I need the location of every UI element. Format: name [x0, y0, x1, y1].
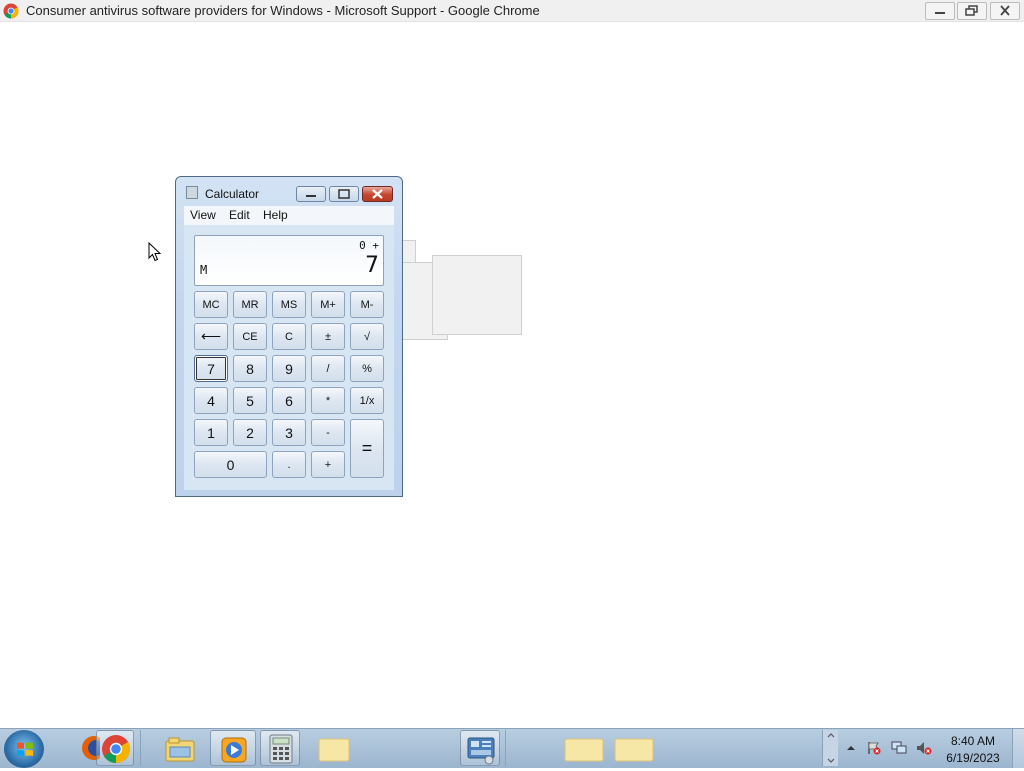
calculator-icon — [186, 186, 198, 199]
key-percent[interactable]: % — [350, 355, 384, 382]
key-negate[interactable]: ± — [311, 323, 345, 350]
key-9[interactable]: 9 — [272, 355, 306, 382]
calculator-window: Calculator View Edit Help 0 + M 7 MC MR … — [175, 176, 403, 497]
taskbar-separator — [140, 730, 141, 766]
close-icon — [372, 189, 383, 199]
media-player-icon — [221, 737, 247, 763]
taskbar-media-player[interactable] — [210, 730, 256, 766]
clock-date[interactable]: 6/19/2023 — [944, 751, 1002, 765]
key-5[interactable]: 5 — [233, 387, 267, 414]
key-6[interactable]: 6 — [272, 387, 306, 414]
calculator-close-button[interactable] — [362, 186, 393, 202]
scroll-arrows-icon — [827, 733, 835, 763]
key-4[interactable]: 4 — [194, 387, 228, 414]
taskbar-separator — [505, 730, 506, 766]
action-center-flag-icon[interactable] — [866, 741, 882, 755]
calculator-title: Calculator — [205, 187, 260, 201]
chrome-icon — [102, 735, 130, 763]
taskbar-folder[interactable] — [560, 730, 608, 766]
key-2[interactable]: 2 — [233, 419, 267, 446]
key-mc[interactable]: MC — [194, 291, 228, 318]
chrome-titlebar: Consumer antivirus software providers fo… — [0, 0, 1024, 22]
key-reciprocal[interactable]: 1/x — [350, 387, 384, 414]
show-desktop-button[interactable] — [1012, 729, 1024, 768]
restore-button[interactable] — [957, 2, 987, 20]
key-equals[interactable]: = — [350, 419, 384, 478]
window-title: Consumer antivirus software providers fo… — [26, 3, 540, 18]
close-button[interactable] — [990, 2, 1020, 20]
minimize-icon — [306, 195, 316, 197]
file-explorer-icon — [165, 737, 195, 762]
tray-expand-icon[interactable] — [845, 743, 857, 753]
taskbar-chrome[interactable] — [96, 730, 134, 766]
maximize-icon — [338, 189, 350, 199]
key-add[interactable]: + — [311, 451, 345, 478]
display-expression: 0 + — [359, 239, 379, 252]
calculator-minimize-button[interactable] — [296, 186, 326, 202]
network-icon[interactable] — [891, 741, 907, 755]
folder-icon — [564, 738, 604, 762]
taskbar-calculator[interactable] — [260, 730, 300, 766]
key-m-plus[interactable]: M+ — [311, 291, 345, 318]
taskbar-folder[interactable] — [310, 730, 358, 766]
calculator-display: 0 + M 7 — [194, 235, 384, 286]
key-7[interactable]: 7 — [194, 355, 228, 382]
chrome-logo-icon — [3, 3, 19, 19]
key-8[interactable]: 8 — [233, 355, 267, 382]
display-value: 7 — [365, 253, 379, 278]
minimize-button[interactable] — [925, 2, 955, 20]
key-c[interactable]: C — [272, 323, 306, 350]
key-m-minus[interactable]: M- — [350, 291, 384, 318]
menu-help[interactable]: Help — [263, 208, 288, 222]
taskbar-folder[interactable] — [610, 730, 658, 766]
key-sqrt[interactable]: √ — [350, 323, 384, 350]
clock-time[interactable]: 8:40 AM — [944, 734, 1002, 748]
calculator-menubar: View Edit Help — [184, 206, 394, 225]
key-divide[interactable]: / — [311, 355, 345, 382]
key-ms[interactable]: MS — [272, 291, 306, 318]
folder-icon — [318, 738, 350, 762]
display-memory-indicator: M — [200, 263, 208, 277]
folder-icon — [614, 738, 654, 762]
key-ce[interactable]: CE — [233, 323, 267, 350]
calculator-icon — [269, 734, 293, 764]
windows-logo-icon — [17, 742, 33, 756]
taskbar-control-panel[interactable] — [460, 730, 500, 766]
key-3[interactable]: 3 — [272, 419, 306, 446]
key-decimal[interactable]: . — [272, 451, 306, 478]
key-backspace[interactable]: ⟵ — [194, 323, 228, 350]
start-button[interactable] — [4, 730, 44, 768]
mouse-cursor-icon — [148, 242, 162, 262]
restore-icon — [965, 5, 978, 16]
key-mr[interactable]: MR — [233, 291, 267, 318]
calculator-maximize-button[interactable] — [329, 186, 359, 202]
close-icon — [1000, 5, 1010, 16]
minimize-icon — [935, 12, 945, 14]
taskbar-file-explorer[interactable] — [160, 730, 200, 766]
ghost-window — [432, 255, 522, 335]
key-1[interactable]: 1 — [194, 419, 228, 446]
menu-view[interactable]: View — [190, 208, 216, 222]
taskbar-scrollbar[interactable] — [822, 730, 838, 766]
calculator-titlebar[interactable]: Calculator — [176, 177, 402, 207]
volume-muted-icon[interactable] — [916, 741, 932, 755]
key-multiply[interactable]: * — [311, 387, 345, 414]
menu-edit[interactable]: Edit — [229, 208, 250, 222]
key-0[interactable]: 0 — [194, 451, 267, 478]
key-subtract[interactable]: - — [311, 419, 345, 446]
control-panel-icon — [467, 737, 495, 765]
